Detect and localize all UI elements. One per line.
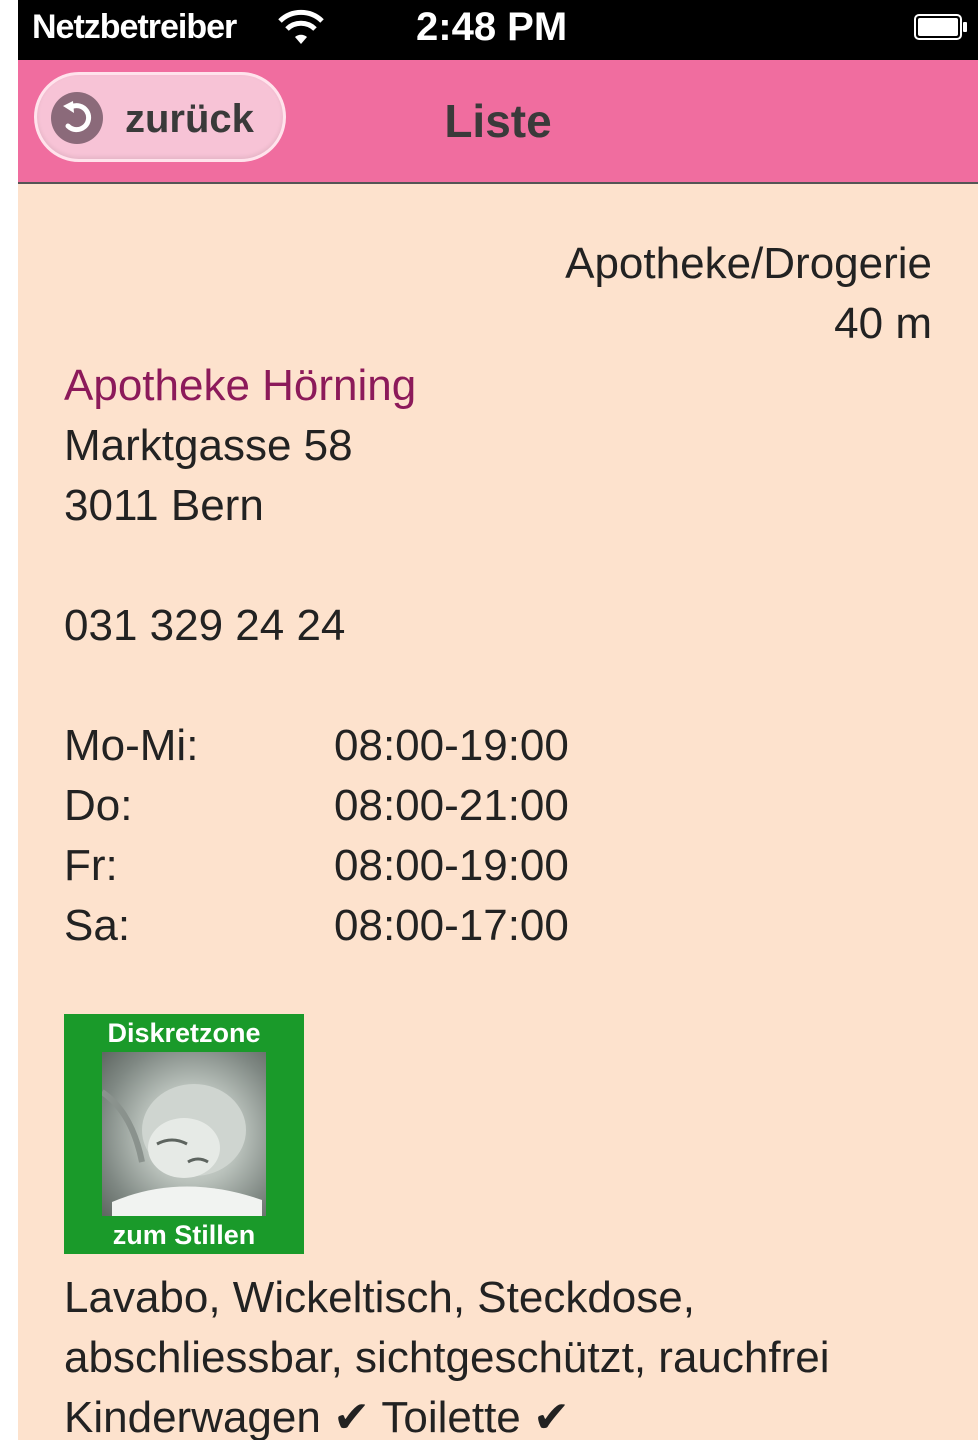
category-block: Apotheke/Drogerie 40 m (565, 234, 932, 354)
navigation-bar: zurück Liste (18, 60, 978, 184)
hours-time: 08:00-19:00 (334, 841, 569, 890)
hours-day: Do: (64, 781, 133, 830)
hours-time: 08:00-21:00 (334, 781, 569, 830)
amenities-list: Lavabo, Wickeltisch, Steckdose, abschlie… (64, 1268, 944, 1440)
hours-row: Mo-Mi: 08:00-19:00 (64, 716, 569, 776)
page-title: Liste (444, 95, 552, 147)
nursing-zone-badge: Diskretzone zum Stillen (64, 1014, 304, 1254)
amenities-line: Lavabo, Wickeltisch, Steckdose, (64, 1273, 695, 1322)
hours-row: Fr: 08:00-19:00 (64, 836, 569, 896)
street-address: Marktgasse 58 (64, 421, 353, 470)
status-bar: Netzbetreiber 2:48 PM (18, 0, 978, 60)
hours-time: 08:00-19:00 (334, 721, 569, 770)
amenities-line: abschliessbar, sichtgeschützt, rauchfrei (64, 1333, 830, 1382)
hours-row: Sa: 08:00-17:00 (64, 896, 569, 956)
hours-row: Do: 08:00-21:00 (64, 776, 569, 836)
amenities-line: Kinderwagen ✔ Toilette ✔ (64, 1393, 570, 1440)
hours-day: Sa: (64, 901, 131, 950)
status-time: 2:48 PM (416, 5, 568, 49)
wifi-icon (278, 9, 324, 44)
battery-icon (914, 14, 967, 40)
phone-number[interactable]: 031 329 24 24 (64, 596, 345, 656)
opening-hours: Mo-Mi: 08:00-19:00 Do: 08:00-21:00 Fr: 0… (64, 716, 569, 956)
badge-top-text: Diskretzone (107, 1018, 261, 1048)
hours-time: 08:00-17:00 (334, 901, 569, 950)
hours-day: Fr: (64, 841, 118, 890)
category-label: Apotheke/Drogerie (565, 239, 932, 288)
badge-bottom-text: zum Stillen (112, 1220, 256, 1250)
city-address: 3011 Bern (64, 481, 264, 530)
distance-label: 40 m (834, 299, 932, 348)
carrier-name: Netzbetreiber (32, 8, 237, 46)
baby-photo-image (100, 1052, 266, 1216)
hours-day: Mo-Mi: (64, 721, 199, 770)
place-name: Apotheke Hörning (64, 361, 417, 410)
app-screen: Netzbetreiber 2:48 PM zurück Liste Apoth… (18, 0, 978, 1440)
